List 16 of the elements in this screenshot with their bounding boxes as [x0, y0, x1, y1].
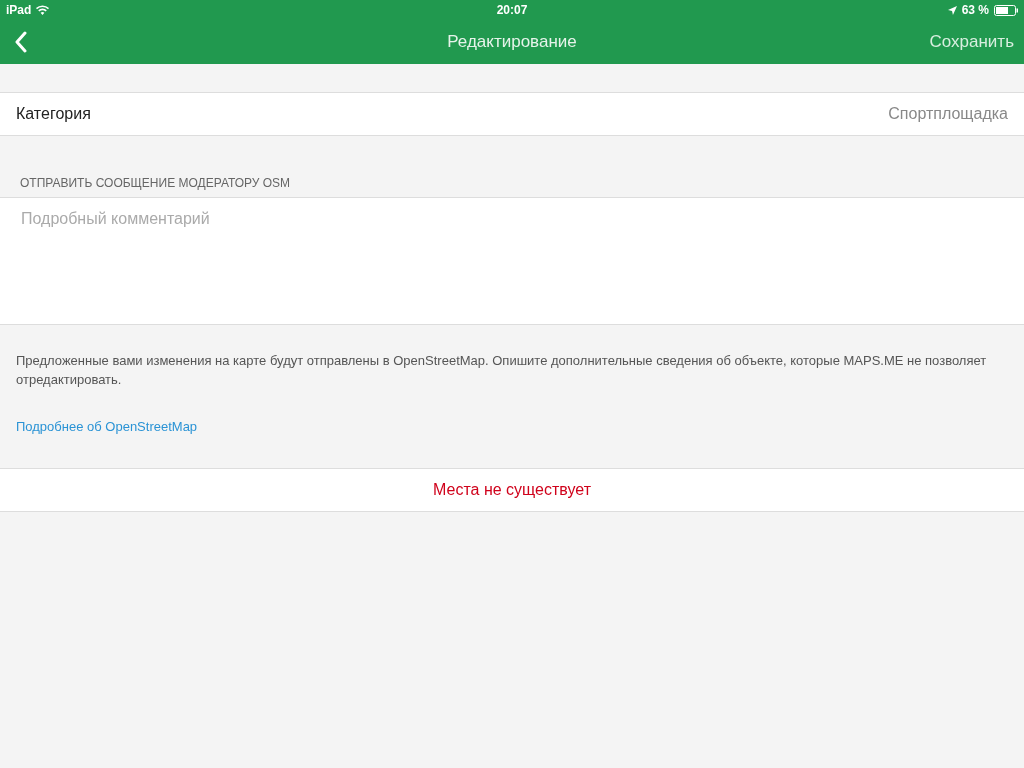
screen-title: Редактирование [447, 32, 577, 52]
osm-link[interactable]: Подробнее об OpenStreetMap [16, 419, 198, 434]
category-value: Спортплощадка [888, 105, 1008, 123]
device-name: iPad [6, 3, 32, 17]
battery-icon [994, 4, 1018, 16]
place-not-exist-button[interactable]: Места не существует [0, 468, 1024, 512]
section-header: ОТПРАВИТЬ СООБЩЕНИЕ МОДЕРАТОРУ OSM [20, 176, 291, 190]
comment-field[interactable]: Подробный комментарий [0, 198, 1024, 325]
wifi-icon [36, 5, 50, 15]
category-label: Категория [16, 105, 91, 123]
info-text: Предложенные вами изменения на карте будут отправлены в OpenStreetMap. Опишите дополнительные сведения об объекте, которые MAPS.ME не позволяет отредактировать. [16, 352, 988, 389]
battery-percent: 63 % [961, 3, 989, 17]
status-time: 20:07 [496, 3, 528, 17]
location-arrow-icon [947, 5, 957, 15]
save-button[interactable]: Сохранить [929, 32, 1014, 52]
category-row[interactable]: Категория Спортплощадка [0, 92, 1024, 136]
